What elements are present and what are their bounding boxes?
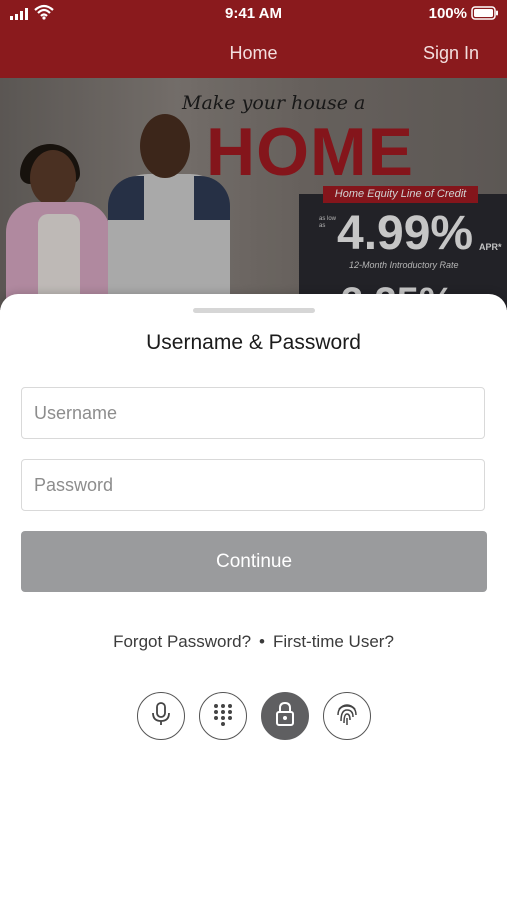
battery-icon [471, 6, 499, 24]
password-field[interactable] [21, 459, 485, 511]
top-bar: 9:41 AM 100% Home Sign In [0, 0, 507, 78]
battery-percent: 100% [428, 5, 467, 22]
continue-button[interactable]: Continue [21, 531, 487, 592]
first-time-user-link[interactable]: First-time User? [273, 632, 394, 651]
password-auth-button[interactable] [261, 692, 309, 740]
pin-auth-button[interactable] [199, 692, 247, 740]
microphone-icon [150, 701, 172, 732]
banner-overlay [0, 78, 507, 310]
promo-banner[interactable]: Make your house a HOME as low as 4.99% A… [0, 78, 507, 310]
lock-icon [274, 701, 296, 732]
status-bar: 9:41 AM 100% [0, 0, 507, 28]
password-input[interactable] [22, 460, 484, 510]
forgot-password-link[interactable]: Forgot Password? [113, 632, 251, 651]
login-sheet: Username & Password Continue Forgot Pass… [0, 294, 507, 900]
voice-auth-button[interactable] [137, 692, 185, 740]
sheet-grabber[interactable] [193, 308, 315, 313]
sheet-title: Username & Password [146, 331, 361, 354]
keypad-icon [212, 702, 234, 731]
fingerprint-icon [334, 701, 360, 732]
username-input[interactable] [22, 388, 484, 438]
link-separator: • [259, 632, 265, 651]
username-field[interactable] [21, 387, 485, 439]
fingerprint-auth-button[interactable] [323, 692, 371, 740]
help-links: Forgot Password? • First-time User? [0, 632, 507, 652]
sign-in-link[interactable]: Sign In [423, 43, 479, 64]
